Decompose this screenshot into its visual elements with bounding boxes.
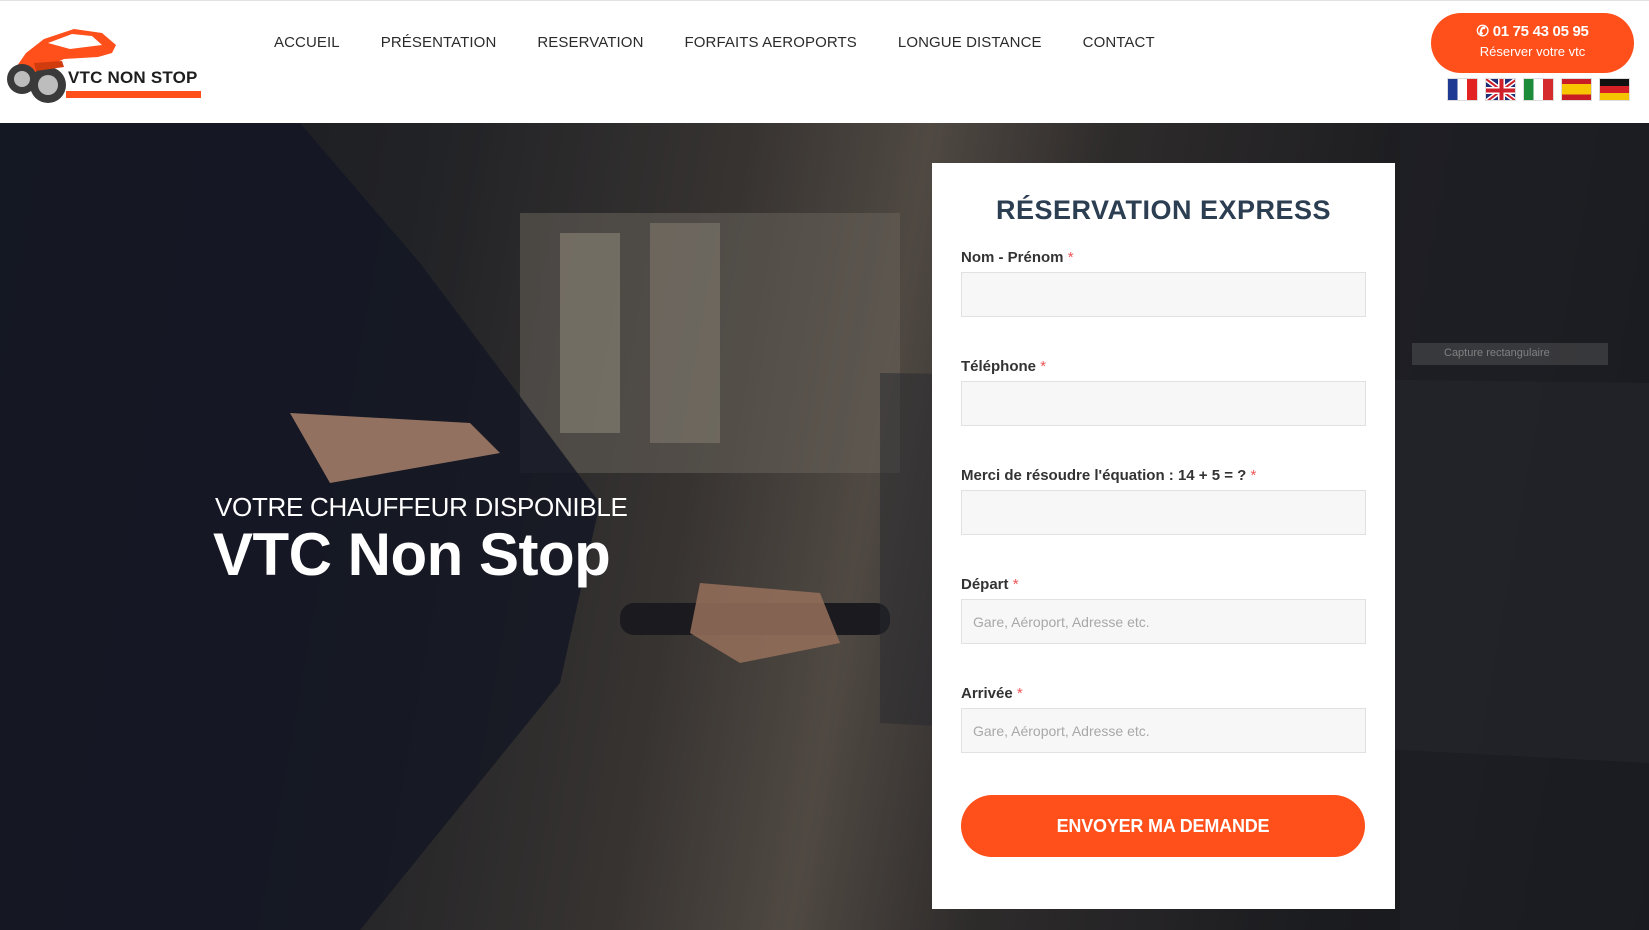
cta-phone-line: ✆ 01 75 43 05 95 <box>1431 22 1634 40</box>
field-phone: Téléphone * <box>961 358 1366 426</box>
logo-text: VTC NON STOP <box>68 68 198 87</box>
flag-uk-icon[interactable] <box>1485 78 1516 101</box>
field-departure-label: Départ * <box>961 576 1019 593</box>
flag-france-icon[interactable] <box>1447 78 1478 101</box>
field-captcha: Merci de résoudre l'équation : 14 + 5 = … <box>961 467 1366 535</box>
nav-item-forfaits-aeroports[interactable]: FORFAITS AEROPORTS <box>685 34 857 51</box>
field-arrival-label: Arrivée * <box>961 685 1023 702</box>
logo-underline <box>66 91 201 98</box>
field-arrival: Arrivée * <box>961 685 1366 753</box>
form-title: RÉSERVATION EXPRESS <box>995 195 1332 225</box>
language-switcher <box>1447 78 1630 101</box>
field-departure: Départ * <box>961 576 1366 644</box>
nav-item-longue-distance[interactable]: LONGUE DISTANCE <box>898 34 1042 51</box>
phone-input[interactable] <box>961 381 1366 426</box>
name-input[interactable] <box>961 272 1366 317</box>
flag-spain-icon[interactable] <box>1561 78 1592 101</box>
field-captcha-label: Merci de résoudre l'équation : 14 + 5 = … <box>961 467 1257 484</box>
call-cta-button[interactable]: ✆ 01 75 43 05 95 Réserver votre vtc <box>1431 13 1634 73</box>
arrival-input[interactable] <box>961 708 1366 753</box>
reservation-form: RÉSERVATION EXPRESS Nom - Prénom * Télép… <box>932 163 1395 909</box>
main-nav: ACCUEIL PRÉSENTATION RESERVATION FORFAIT… <box>274 34 1196 51</box>
field-name-label: Nom - Prénom * <box>961 249 1074 266</box>
cta-label: Réserver votre vtc <box>1479 44 1586 59</box>
nav-item-contact[interactable]: CONTACT <box>1083 34 1155 51</box>
site-header: VTC NON STOP ACCUEIL PRÉSENTATION RESERV… <box>0 0 1649 123</box>
field-name: Nom - Prénom * <box>961 249 1366 317</box>
departure-input[interactable] <box>961 599 1366 644</box>
hero-title: VTC Non Stop <box>213 521 611 588</box>
hero-section: VOTRE CHAUFFEUR DISPONIBLE VTC Non Stop … <box>0 123 1649 930</box>
nav-item-reservation[interactable]: RESERVATION <box>537 34 643 51</box>
cta-phone-number: 01 75 43 05 95 <box>1492 23 1589 40</box>
flag-italy-icon[interactable] <box>1523 78 1554 101</box>
nav-item-accueil[interactable]: ACCUEIL <box>274 34 340 51</box>
hero-kicker: VOTRE CHAUFFEUR DISPONIBLE <box>215 492 628 522</box>
logo[interactable]: VTC NON STOP <box>4 23 204 111</box>
nav-item-presentation[interactable]: PRÉSENTATION <box>381 34 497 51</box>
captcha-input[interactable] <box>961 490 1366 535</box>
submit-button[interactable]: ENVOYER MA DEMANDE <box>961 795 1365 857</box>
flag-germany-icon[interactable] <box>1599 78 1630 101</box>
phone-icon: ✆ <box>1476 23 1489 40</box>
field-phone-label: Téléphone * <box>961 358 1047 375</box>
capture-tooltip: Capture rectangulaire <box>1412 343 1608 365</box>
